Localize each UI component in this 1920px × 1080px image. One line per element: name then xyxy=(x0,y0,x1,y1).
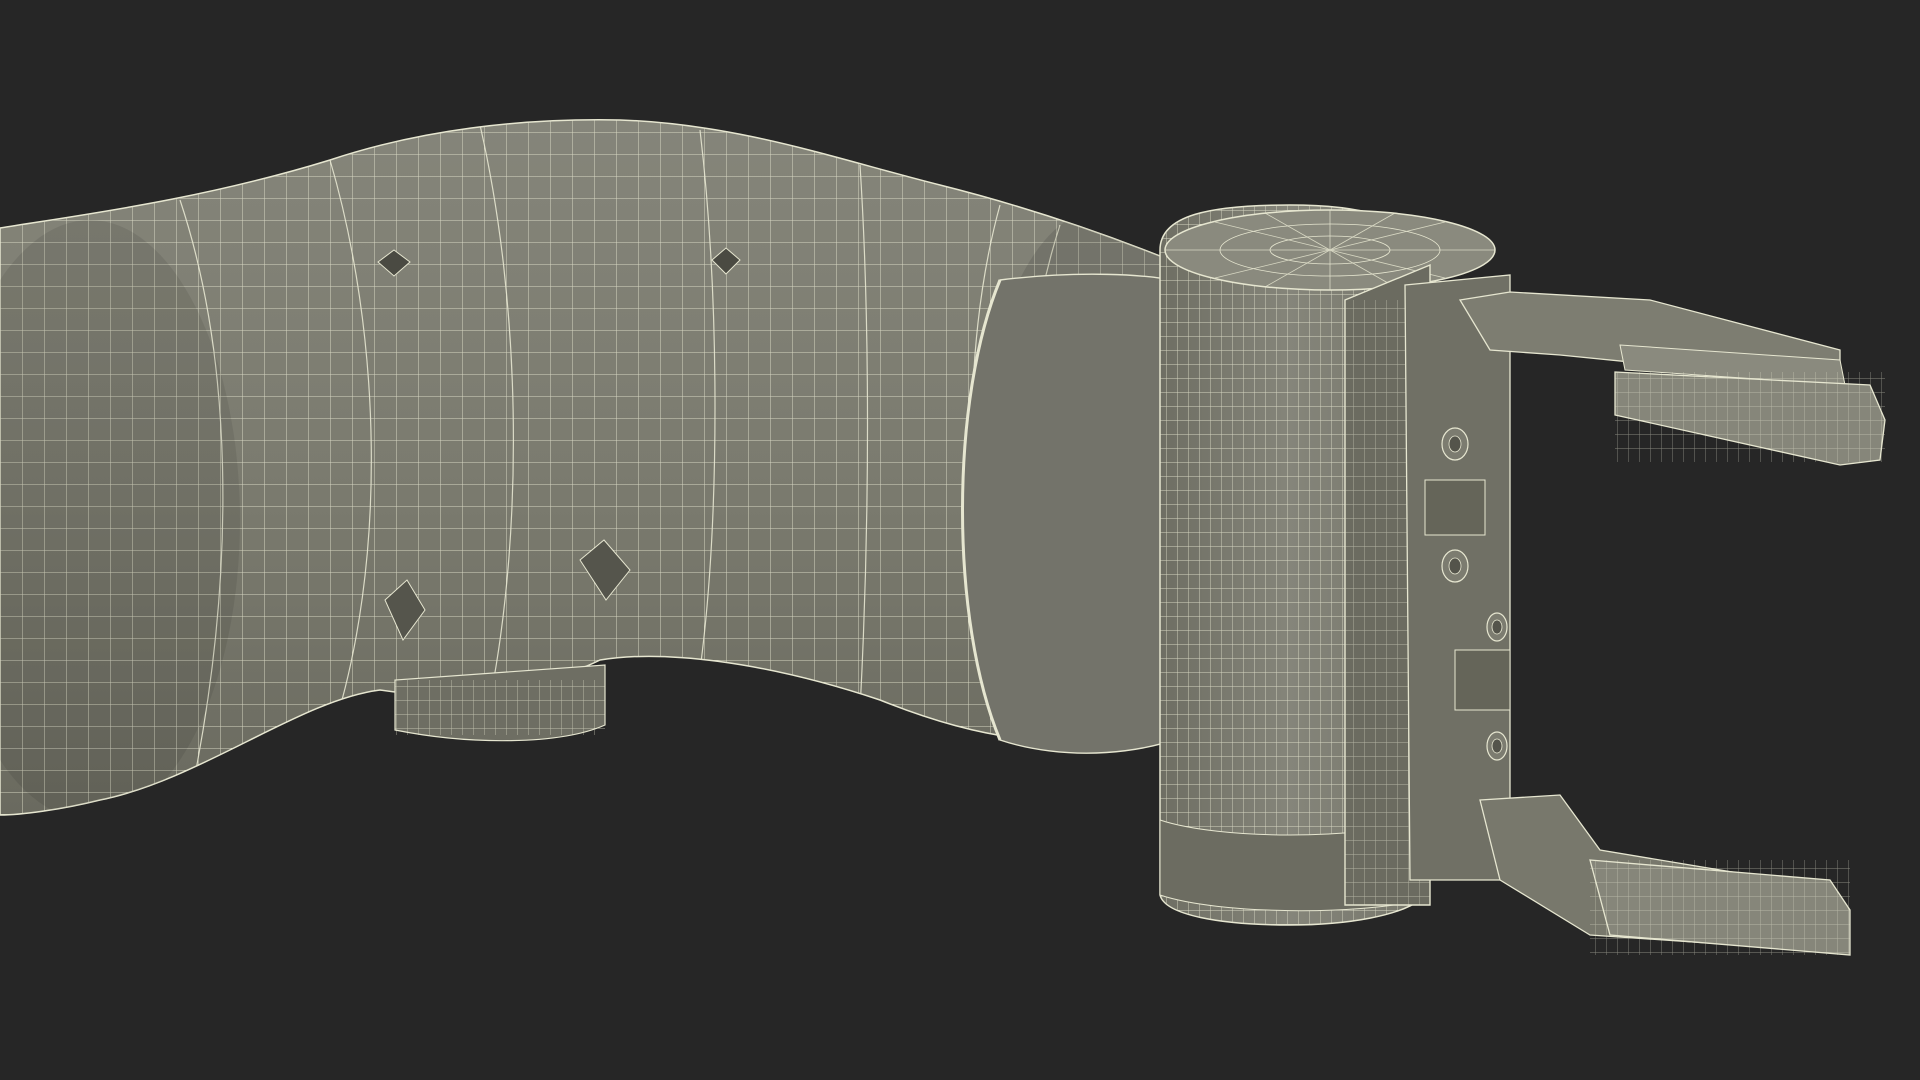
bolt-icon xyxy=(1441,549,1469,583)
gripper-finger-lower xyxy=(1479,794,1851,956)
bolt-icon xyxy=(1486,731,1508,761)
wireframe-render xyxy=(0,119,1886,956)
bolt-icon xyxy=(1486,612,1508,642)
bolt-icon xyxy=(1441,427,1469,461)
render-viewport xyxy=(0,0,1920,1080)
gripper-finger-upper xyxy=(1458,291,1886,466)
